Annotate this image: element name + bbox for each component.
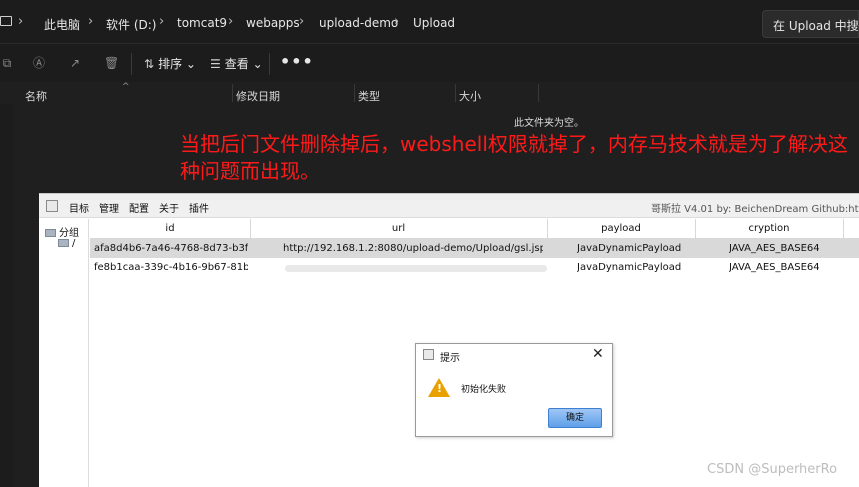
chevron-right-icon: ›	[299, 14, 305, 29]
chevron-down-icon: ⌄	[252, 57, 263, 71]
header-id[interactable]: id	[90, 223, 250, 234]
column-name[interactable]: 名称	[25, 88, 47, 104]
header-payload[interactable]: payload	[547, 223, 695, 234]
dialog-message: 初始化失败	[461, 385, 507, 395]
dialog-title: 提示	[440, 353, 460, 364]
rename-icon[interactable]: Ⓐ	[32, 56, 46, 70]
java-app-icon	[46, 200, 58, 212]
message-dialog: 提示 ✕ ! 初始化失败 确定	[415, 343, 613, 437]
java-app-icon	[423, 349, 434, 360]
breadcrumb-webapps[interactable]: webapps	[246, 16, 300, 30]
empty-folder-message: 此文件夹为空。	[514, 118, 584, 129]
sort-label: 排序	[158, 57, 183, 71]
chevron-right-icon: ›	[88, 14, 94, 29]
header-url[interactable]: url	[250, 223, 547, 234]
chevron-right-icon: ›	[228, 14, 234, 29]
cell-url-redacted	[285, 265, 547, 272]
chevron-down-icon: ⌄	[185, 57, 196, 71]
cell-payload: JavaDynamicPayload	[577, 262, 682, 273]
tree-item-group[interactable]: 分组	[45, 224, 79, 239]
ok-button[interactable]: 确定	[548, 408, 602, 428]
cell-cryption: JAVA_AES_BASE64	[729, 243, 820, 254]
column-divider[interactable]	[232, 84, 233, 102]
view-icon: ☰	[210, 57, 221, 71]
navigation-pane	[0, 104, 14, 487]
folder-icon	[45, 229, 56, 237]
computer-icon[interactable]	[0, 16, 12, 26]
breadcrumb-upload-demo[interactable]: upload-demo	[319, 16, 398, 30]
address-bar: › 此电脑 › 软件 (D:) › tomcat9 › webapps › up…	[0, 0, 859, 44]
column-divider[interactable]	[455, 84, 456, 102]
breadcrumb-drive-d[interactable]: 软件 (D:)	[106, 16, 156, 33]
column-divider[interactable]	[538, 84, 539, 102]
column-modified[interactable]: 修改日期	[236, 88, 280, 104]
cell-payload: JavaDynamicPayload	[577, 243, 682, 254]
column-header-row: ^ 名称 修改日期 类型 大小	[0, 82, 859, 104]
column-type[interactable]: 类型	[358, 88, 380, 104]
tree-item-root[interactable]: /	[58, 238, 75, 249]
chevron-right-icon: ›	[18, 14, 24, 29]
header-divider	[843, 219, 844, 239]
menu-bar: 目标 管理 配置 关于 插件 哥斯拉 V4.01 by: BeichenDrea…	[39, 194, 859, 218]
cell-id: fe8b1caa-339c-4b16-9b67-81ba2...	[94, 262, 248, 273]
close-icon[interactable]: ✕	[592, 346, 604, 362]
dialog-titlebar: 提示 ✕	[416, 344, 612, 366]
folder-icon	[58, 239, 69, 247]
webshell-manager-window: 目标 管理 配置 关于 插件 哥斯拉 V4.01 by: BeichenDrea…	[39, 193, 859, 487]
cell-id: afa8d4b6-7a46-4768-8d73-b3f6d...	[94, 243, 248, 254]
view-button[interactable]: ☰ 查看 ⌄	[210, 55, 263, 72]
table-header: id url payload cryption	[90, 219, 859, 239]
search-input[interactable]: 在 Upload 中搜索	[762, 10, 859, 38]
view-label: 查看	[224, 57, 249, 71]
chevron-right-icon: ›	[159, 14, 165, 29]
delete-icon[interactable]: 🗑	[104, 56, 119, 70]
command-bar: ⧉ Ⓐ ↗ 🗑 ⇅ 排序 ⌄ ☰ 查看 ⌄ •••	[0, 44, 859, 82]
sort-caret-icon: ^	[122, 82, 130, 92]
menu-about[interactable]: 关于	[159, 200, 179, 215]
warning-mark: !	[437, 382, 443, 395]
chevron-right-icon: ›	[394, 14, 400, 29]
menu-config[interactable]: 配置	[129, 200, 149, 215]
copy-icon[interactable]: ⧉	[0, 56, 14, 70]
menu-plugins[interactable]: 插件	[189, 200, 209, 215]
cell-url: http://192.168.1.2:8080/upload-demo/Uplo…	[283, 243, 543, 254]
menu-manage[interactable]: 管理	[99, 200, 119, 215]
group-tree: 分组 /	[39, 219, 89, 487]
tree-root-label: /	[72, 238, 76, 249]
breadcrumb-tomcat9[interactable]: tomcat9	[177, 16, 227, 30]
column-size[interactable]: 大小	[459, 88, 481, 104]
sort-button[interactable]: ⇅ 排序 ⌄	[144, 55, 196, 72]
share-icon[interactable]: ↗	[68, 56, 82, 70]
breadcrumb-this-pc[interactable]: 此电脑	[44, 16, 80, 33]
table-row[interactable]: afa8d4b6-7a46-4768-8d73-b3f6d... http://…	[90, 239, 859, 258]
table-row[interactable]: fe8b1caa-339c-4b16-9b67-81ba2... JavaDyn…	[90, 258, 859, 277]
more-options-button[interactable]: •••	[280, 52, 314, 71]
header-cryption[interactable]: cryption	[695, 223, 843, 234]
cell-cryption: JAVA_AES_BASE64	[729, 262, 820, 273]
column-divider[interactable]	[354, 84, 355, 102]
app-title: 哥斯拉 V4.01 by: BeichenDream Github:https:…	[651, 204, 859, 215]
menu-target[interactable]: 目标	[69, 200, 89, 215]
annotation-text: 当把后门文件删除掉后，webshell权限就掉了，内存马技术就是为了解决这种问题…	[180, 132, 848, 183]
watermark: CSDN @SuperherRo	[707, 462, 838, 477]
sort-icon: ⇅	[144, 57, 155, 71]
toolbar-divider	[269, 53, 270, 75]
toolbar-divider	[131, 53, 132, 75]
breadcrumb-upload[interactable]: Upload	[413, 16, 455, 30]
